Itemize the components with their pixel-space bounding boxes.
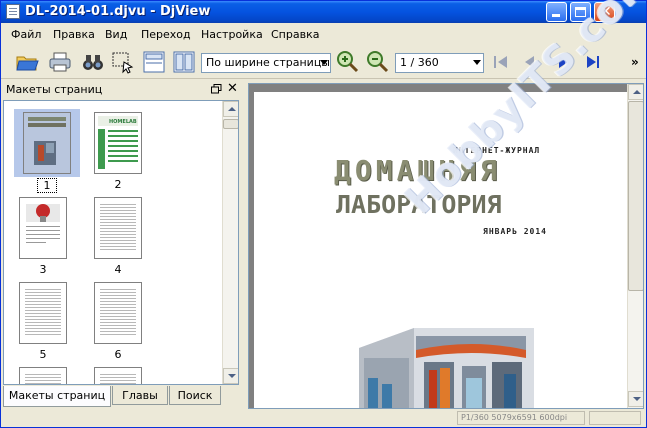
page-thumbnail-2[interactable]: HOMELAB (94, 112, 142, 174)
find-binoculars-icon[interactable] (81, 50, 105, 74)
close-panel-icon[interactable]: ✕ (227, 81, 238, 96)
zoom-out-icon[interactable] (365, 50, 389, 74)
document-icon (6, 4, 20, 19)
page-thumbnail-3[interactable] (19, 197, 67, 259)
menu-go[interactable]: Переход (141, 28, 191, 41)
thumbnails-scrollbar[interactable] (222, 101, 238, 384)
page-thumbnail-4[interactable] (94, 197, 142, 259)
status-info: P1/360 5079x6591 600dpi (457, 411, 585, 425)
status-section (589, 411, 641, 425)
text-lines (25, 289, 61, 337)
tab-thumbnails[interactable]: Макеты страниц (3, 386, 111, 407)
page-select[interactable]: 1 / 360 (395, 53, 484, 73)
scrollbar-thumb[interactable] (223, 119, 238, 129)
document-scrollbar[interactable] (627, 84, 643, 408)
menu-view[interactable]: Вид (105, 28, 127, 41)
menu-settings[interactable]: Настройка (201, 28, 263, 41)
text-lines (100, 289, 136, 337)
thumbnail-label: 4 (114, 263, 122, 276)
zoom-select[interactable]: По ширине страницы (201, 53, 331, 73)
page-thumbnail-art: HOMELAB (98, 116, 138, 169)
open-folder-icon[interactable] (15, 50, 39, 74)
zoom-in-icon[interactable] (335, 50, 359, 74)
reactor-illustration (359, 328, 534, 408)
thumbnails-panel: Макеты страниц ✕ 1 HOMELAB 2 3 4 5 6 Мак… (3, 81, 243, 407)
document-view[interactable]: ИНТЕРНЕТ-ЖУРНАЛ ДОМАШНЯЯ ЛАБОРАТОРИЯ ЯНВ… (248, 83, 644, 409)
page-thumbnail-6[interactable] (94, 282, 142, 344)
chevron-down-icon (473, 60, 481, 65)
thumbnail-label: 2 (114, 178, 122, 191)
menu-edit[interactable]: Правка (53, 28, 95, 41)
page-select-value: 1 / 360 (400, 56, 439, 69)
text-lines (25, 374, 61, 384)
thumbnail-label: 5 (39, 348, 47, 361)
magazine-date: ЯНВАРЬ 2014 (483, 227, 547, 236)
page-thumbnail-art (26, 204, 60, 243)
thumbnail-label: 1 (37, 178, 57, 193)
zoom-select-value: По ширине страницы (206, 56, 330, 69)
thumbnail-label: 3 (39, 263, 47, 276)
text-lines (100, 374, 136, 384)
menu-help[interactable]: Справка (271, 28, 319, 41)
window-title: DL-2014-01.djvu - DjView (25, 4, 211, 19)
panel-header: Макеты страниц ✕ (3, 81, 243, 99)
scrollbar-thumb[interactable] (628, 101, 643, 291)
thumbnail-header-text: HOMELAB (109, 119, 137, 125)
chevron-down-icon (320, 60, 328, 65)
scroll-down-icon[interactable] (223, 368, 238, 384)
title-bar: DL-2014-01.djvu - DjView ✕ (1, 1, 646, 23)
minimize-button[interactable] (546, 2, 567, 22)
scroll-down-icon[interactable] (628, 391, 643, 407)
float-panel-icon[interactable] (211, 84, 222, 94)
first-page-icon[interactable] (489, 50, 513, 74)
scroll-up-icon[interactable] (628, 84, 643, 100)
page-thumbnail-7[interactable] (19, 367, 67, 384)
status-bar: P1/360 5079x6591 600dpi (1, 409, 646, 427)
print-icon[interactable] (48, 50, 72, 74)
thumbnails-list[interactable]: 1 HOMELAB 2 3 4 5 6 (3, 100, 239, 385)
page-thumbnail-1[interactable] (23, 112, 71, 174)
fit-width-icon[interactable] (142, 50, 166, 74)
page-thumbnail-5[interactable] (19, 282, 67, 344)
continuous-mode-icon[interactable] (172, 50, 196, 74)
minimize-icon (552, 14, 560, 17)
thumbnail-label: 6 (114, 348, 122, 361)
select-region-icon[interactable] (111, 50, 135, 74)
scroll-up-icon[interactable] (223, 101, 238, 117)
page-thumbnail-8[interactable] (94, 367, 142, 384)
document-page: ИНТЕРНЕТ-ЖУРНАЛ ДОМАШНЯЯ ЛАБОРАТОРИЯ ЯНВ… (254, 92, 627, 408)
panel-tabs: Макеты страниц Главы Поиск (3, 386, 243, 407)
tab-outline[interactable]: Главы (112, 386, 168, 405)
cover-thumbnail-art (28, 117, 66, 165)
toolbar-overflow-icon[interactable]: » (631, 55, 639, 69)
app-window: DL-2014-01.djvu - DjView ✕ Файл Правка В… (0, 0, 647, 428)
tab-search[interactable]: Поиск (169, 386, 221, 405)
menu-file[interactable]: Файл (11, 28, 41, 41)
panel-title: Макеты страниц (6, 83, 103, 96)
text-lines (100, 204, 136, 252)
